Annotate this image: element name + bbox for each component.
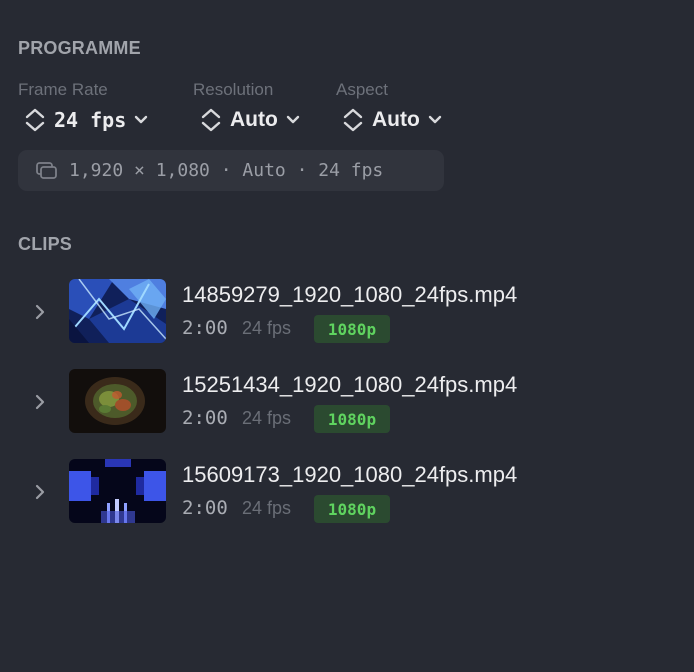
clip-thumbnail xyxy=(69,279,166,343)
clip-duration: 2:00 xyxy=(182,407,228,429)
chevron-right-icon[interactable] xyxy=(33,393,47,411)
up-down-arrows-icon xyxy=(25,108,45,132)
clip-filename: 15609173_1920_1080_24fps.mp4 xyxy=(182,462,518,487)
resolution-select[interactable]: Auto xyxy=(200,104,300,136)
clip-thumbnail xyxy=(69,459,166,523)
resolution-value: Auto xyxy=(230,108,278,131)
clip-filename: 14859279_1920_1080_24fps.mp4 xyxy=(182,282,518,307)
up-down-arrows-icon xyxy=(343,108,363,132)
programme-section-title: PROGRAMME xyxy=(18,38,141,58)
clip-row[interactable]: 15609173_1920_1080_24fps.mp4 2:00 24 fps… xyxy=(0,459,694,525)
frame-rate-value: 24 fps xyxy=(54,108,127,132)
stack-icon xyxy=(36,161,57,179)
chevron-down-icon xyxy=(428,115,442,124)
chevron-down-icon xyxy=(286,115,300,124)
chevron-right-icon[interactable] xyxy=(33,483,47,501)
clip-duration: 2:00 xyxy=(182,497,228,519)
frame-rate-label: Frame Rate xyxy=(18,80,108,99)
summary-text: 1,920 × 1,080 · Auto · 24 fps xyxy=(69,160,384,181)
up-down-arrows-icon xyxy=(201,108,221,132)
resolution-badge: 1080p xyxy=(314,315,390,343)
resolution-label: Resolution xyxy=(193,80,274,99)
clip-fps: 24 fps xyxy=(242,498,292,518)
aspect-label: Aspect xyxy=(336,80,388,99)
clip-fps: 24 fps xyxy=(242,318,292,338)
programme-summary: 1,920 × 1,080 · Auto · 24 fps xyxy=(18,150,444,191)
resolution-badge: 1080p xyxy=(314,405,390,433)
chevron-down-icon xyxy=(135,115,148,124)
clip-filename: 15251434_1920_1080_24fps.mp4 xyxy=(182,372,518,397)
clips-section-title: CLIPS xyxy=(18,234,73,254)
aspect-select[interactable]: Auto xyxy=(342,104,442,136)
resolution-badge: 1080p xyxy=(314,495,390,523)
frame-rate-select[interactable]: 24 fps xyxy=(24,104,148,136)
clip-row[interactable]: 15251434_1920_1080_24fps.mp4 2:00 24 fps… xyxy=(0,369,694,435)
clip-thumbnail xyxy=(69,369,166,433)
clip-duration: 2:00 xyxy=(182,317,228,339)
clip-fps: 24 fps xyxy=(242,408,292,428)
clip-row[interactable]: 14859279_1920_1080_24fps.mp4 2:00 24 fps… xyxy=(0,279,694,345)
aspect-value: Auto xyxy=(372,108,420,131)
chevron-right-icon[interactable] xyxy=(33,303,47,321)
